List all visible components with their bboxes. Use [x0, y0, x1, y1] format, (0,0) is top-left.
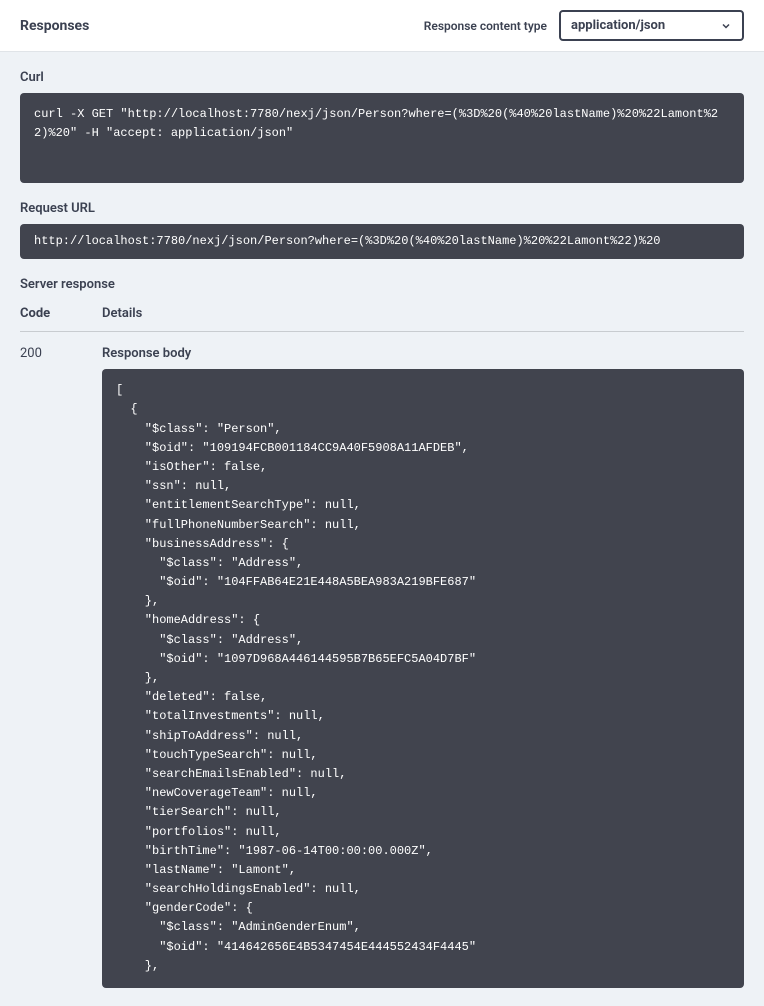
request-url-block[interactable]: http://localhost:7780/nexj/json/Person?w…: [20, 224, 744, 259]
request-url-label: Request URL: [20, 201, 744, 216]
response-table-header: Code Details: [20, 306, 744, 332]
response-row: 200 Response body [ { "$class": "Person"…: [20, 346, 744, 988]
content-type-select[interactable]: application/json: [559, 10, 744, 41]
server-response-label: Server response: [20, 277, 744, 292]
content-type-section: Response content type application/json: [424, 10, 744, 41]
responses-header: Responses Response content type applicat…: [0, 0, 764, 52]
chevron-down-icon: [720, 20, 732, 32]
content-type-label: Response content type: [424, 19, 547, 33]
response-code-value: 200: [20, 346, 102, 988]
code-column-header: Code: [20, 306, 102, 321]
responses-title: Responses: [20, 18, 89, 34]
content-type-value: application/json: [571, 18, 665, 33]
response-body-block[interactable]: [ { "$class": "Person", "$oid": "109194F…: [102, 369, 744, 988]
response-body-label: Response body: [102, 346, 744, 361]
curl-label: Curl: [20, 70, 744, 85]
main-content: Curl curl -X GET "http://localhost:7780/…: [0, 52, 764, 1006]
details-column-header: Details: [102, 306, 142, 321]
response-details: Response body [ { "$class": "Person", "$…: [102, 346, 744, 988]
curl-command-block[interactable]: curl -X GET "http://localhost:7780/nexj/…: [20, 93, 744, 183]
